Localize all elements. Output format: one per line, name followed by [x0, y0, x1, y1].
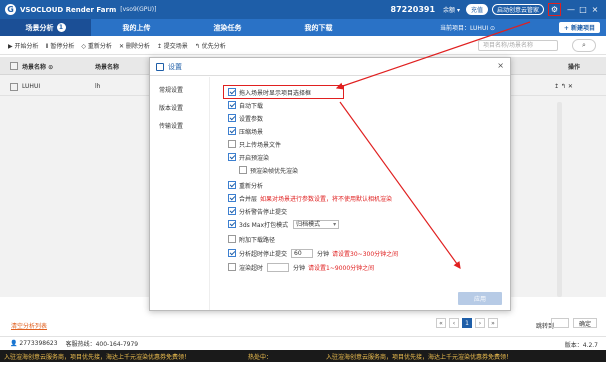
option-enable-prerender[interactable]: 开启预渲染	[228, 152, 269, 162]
option-merge-layers[interactable]: 合并层 如果对场景进行参数设置，将不使用默认相机渲染	[228, 193, 392, 203]
checkbox[interactable]	[228, 235, 236, 243]
last-page-button[interactable]: »	[488, 318, 498, 328]
checkbox[interactable]	[228, 263, 236, 271]
checkbox[interactable]	[228, 114, 236, 122]
goto-input[interactable]	[551, 318, 569, 328]
title-bar: G VSOCLOUD Render Farm [vso9(GPU)] 87220…	[0, 0, 606, 19]
current-project[interactable]: 当前项目：LUHUI ⊙	[440, 19, 495, 36]
tab-my-uploads[interactable]: 我的上传	[91, 19, 182, 36]
dialog-header: 设置 ×	[150, 58, 510, 76]
tab-render-tasks[interactable]: 渲染任务	[182, 19, 273, 36]
ticker-text-1: 入驻渲海创意云服务商，项目优先接，海达上千元渲染优惠券免费领！	[4, 353, 191, 361]
option-upload-scene-only[interactable]: 只上传场景文件	[228, 139, 281, 149]
settings-icon	[156, 63, 164, 71]
clear-list-link[interactable]: 清空分析列表	[11, 321, 47, 330]
checkbox[interactable]	[228, 220, 236, 228]
render-timeout-input[interactable]	[267, 262, 290, 272]
checkbox[interactable]	[239, 166, 247, 174]
page-1-button[interactable]: 1	[462, 318, 472, 328]
gear-icon[interactable]: ⚙	[548, 3, 561, 16]
dialog-title: 设置	[168, 63, 182, 71]
checkbox[interactable]	[228, 127, 236, 135]
sidebar-item-transfer[interactable]: 传输设置	[159, 121, 183, 130]
toolbar: ▶ 开始分析 Ⅱ 暂停分析 ◇ 重新分析 ✕ 删除分析 ↥ 提交场景 ↰ 优先分…	[0, 36, 606, 55]
user-id[interactable]: 87220391	[391, 5, 436, 14]
option-reanalyze[interactable]: 重新分析	[228, 180, 263, 190]
option-prerender-priority[interactable]: 预渲染帧优先渲染	[239, 165, 298, 175]
sidebar-item-version[interactable]: 版本设置	[159, 103, 183, 112]
prev-page-button[interactable]: ‹	[449, 318, 459, 328]
close-icon[interactable]: ×	[497, 61, 504, 70]
submit-scene-button[interactable]: ↥ 提交场景	[157, 41, 188, 50]
search-icon[interactable]: ⌕	[572, 39, 596, 52]
service-hotline: 客服热线：400-164-7979	[65, 340, 139, 348]
delete-analysis-button[interactable]: ✕ 删除分析	[119, 41, 150, 50]
option-set-params[interactable]: 设置参数	[228, 113, 263, 123]
pack-mode-select[interactable]: 归档模式	[293, 219, 340, 229]
app-logo: G	[5, 4, 16, 15]
tab-scene-analysis[interactable]: 场景分析 1	[0, 19, 91, 36]
priority-analysis-button[interactable]: ↰ 优先分析	[195, 41, 226, 50]
ticker-text-2: 热处中： 入驻渲海创意云服务商，项目优先接，海达上千元渲染优惠券免费领！	[248, 353, 513, 361]
next-page-button[interactable]: ›	[475, 318, 485, 328]
checkbox[interactable]	[228, 194, 236, 202]
maximize-icon[interactable]: □	[577, 5, 589, 14]
timeout-input[interactable]: 60	[291, 248, 314, 258]
option-compress-scene[interactable]: 压缩场景	[228, 126, 263, 136]
checkbox[interactable]	[228, 153, 236, 161]
balance-menu[interactable]: 余额 ▾	[443, 5, 460, 14]
highlight-box	[223, 85, 344, 99]
checkbox[interactable]	[228, 101, 236, 109]
new-project-button[interactable]: + 新建项目	[558, 22, 600, 33]
announcement-ticker[interactable]: 入驻渲海创意云服务商，项目优先接，海达上千元渲染优惠券免费领！ 热处中： 入驻渲海…	[0, 350, 606, 362]
option-stop-on-warning[interactable]: 分析警告停止提交	[228, 206, 287, 216]
apply-button[interactable]: 应用	[458, 292, 502, 305]
app-version: [vso9(GPU)]	[120, 6, 157, 13]
sidebar-item-general[interactable]: 常规设置	[159, 85, 183, 94]
close-icon[interactable]: ×	[589, 5, 601, 14]
reanalyze-button[interactable]: ◇ 重新分析	[81, 41, 112, 50]
checkbox[interactable]	[228, 207, 236, 215]
confirm-button[interactable]: 确定	[573, 318, 597, 328]
tab-my-downloads[interactable]: 我的下载	[273, 19, 364, 36]
main-nav: 场景分析 1 我的上传 渲染任务 我的下载 当前项目：LUHUI ⊙ + 新建项目	[0, 19, 606, 36]
checkbox[interactable]	[228, 181, 236, 189]
pause-analysis-button[interactable]: Ⅱ 暂停分析	[46, 41, 75, 50]
start-analysis-button[interactable]: ▶ 开始分析	[8, 41, 39, 50]
settings-body: 拖入场景时显示项目选择框 自动下载 设置参数 压缩场景 只上传场景文件 开启预渲…	[211, 77, 562, 310]
option-3dsmax-pack-mode[interactable]: 3ds Max打包模式 归档模式	[228, 219, 340, 229]
pagination: « ‹ 1 › »	[436, 318, 501, 328]
launch-manager-button[interactable]: 启动创意云管家	[491, 4, 544, 15]
search-input[interactable]: 项目名称/场景名称	[478, 40, 558, 51]
scrollbar[interactable]	[557, 102, 562, 297]
option-render-timeout[interactable]: 渲染超时 分钟 请设置1~9000分钟之间	[228, 262, 374, 272]
recharge-button[interactable]: 充值	[465, 4, 488, 15]
checkbox[interactable]	[228, 249, 236, 257]
option-extra-download-path[interactable]: 附加下载路径	[228, 234, 275, 244]
option-analysis-timeout[interactable]: 分析超时停止提交 60 分钟 请设置30~300分钟之间	[228, 248, 398, 258]
status-bar: 👤 2773398623 客服热线：400-164-7979 版本：4.2.7	[0, 336, 606, 349]
version-label: 版本：4.2.7	[564, 342, 598, 349]
app-title: VSOCLOUD Render Farm	[20, 5, 117, 14]
minimize-icon[interactable]: —	[565, 5, 577, 14]
user-account: 👤 2773398623	[10, 339, 58, 347]
settings-sidebar: 常规设置 版本设置 传输设置	[150, 77, 210, 310]
checkbox[interactable]	[228, 140, 236, 148]
option-auto-download[interactable]: 自动下载	[228, 100, 263, 110]
tab-badge: 1	[56, 23, 66, 32]
first-page-button[interactable]: «	[436, 318, 446, 328]
